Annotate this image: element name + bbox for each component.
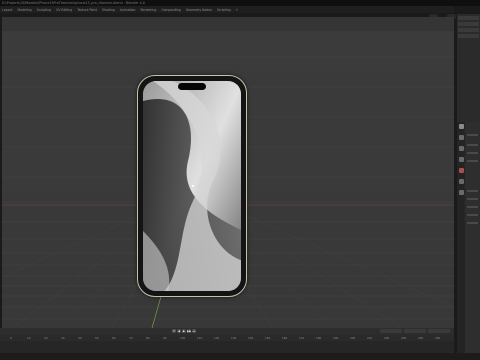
end-frame-field[interactable] [428,329,450,333]
tool-icon[interactable] [458,124,464,129]
frame-tick: 230 [401,336,407,340]
frame-tick: 130 [231,336,237,340]
step-forward-button[interactable]: ▶▶ [187,329,191,333]
frame-tick: 140 [248,336,254,340]
tab-scripting[interactable]: Scripting [217,8,231,12]
jump-end-button[interactable]: ⏭ [192,329,196,333]
output-icon[interactable] [458,146,464,151]
timeline-header: ⏮ ◀ ▶ ▶▶ ⏭ [0,328,454,335]
play-button[interactable]: ▶ [182,329,186,333]
frame-tick: 190 [333,336,339,340]
tab-layout[interactable]: Layout [2,8,13,12]
tab-shading[interactable]: Shading [102,8,115,12]
world-icon[interactable] [458,179,464,184]
property-row[interactable] [467,222,478,224]
scene-icon[interactable] [458,168,464,173]
property-row[interactable] [467,152,478,154]
frame-tick: 40 [78,336,82,340]
property-row[interactable] [467,134,478,136]
outliner-panel[interactable] [457,14,480,122]
frame-tick: 30 [61,336,65,340]
tab-texture-paint[interactable]: Texture Paint [77,8,97,12]
frame-tick: 220 [384,336,390,340]
frame-tick: 160 [282,336,288,340]
frame-tick: 60 [112,336,116,340]
property-row[interactable] [467,206,478,208]
frame-tick: 80 [146,336,150,340]
frame-tick: 250 [435,336,441,340]
tab-animation[interactable]: Animation [120,8,136,12]
properties-tabs [457,122,465,356]
outliner-row[interactable] [458,34,479,38]
frame-tick: 50 [95,336,99,340]
property-row[interactable] [467,198,478,200]
outliner-row[interactable] [458,28,479,32]
frame-tick: 170 [299,336,305,340]
frame-tick: 150 [265,336,271,340]
outliner-row[interactable] [458,16,479,20]
render-icon[interactable] [458,135,464,140]
frame-tick: 90 [163,336,167,340]
property-row[interactable] [467,160,478,162]
step-back-button[interactable]: ◀ [177,329,181,333]
property-row[interactable] [467,190,478,192]
tab-uv-editing[interactable]: UV Editing [56,8,72,12]
tab-compositing[interactable]: Compositing [161,8,180,12]
tab-sculpting[interactable]: Sculpting [37,8,51,12]
add-workspace-button[interactable]: + [236,8,239,12]
frame-tick: 180 [316,336,322,340]
tab-rendering[interactable]: Rendering [141,8,157,12]
frame-tick: 100 [180,336,186,340]
workspace-tabs: Layout Modeling Sculpting UV Editing Tex… [0,6,454,13]
current-frame-field[interactable] [380,329,402,333]
frame-tick: 240 [418,336,424,340]
playback-controls: ⏮ ◀ ▶ ▶▶ ⏭ [172,329,196,333]
tab-geometry-nodes[interactable]: Geometry Nodes [186,8,212,12]
frame-tick: 70 [129,336,133,340]
frame-tick: 210 [367,336,373,340]
view-layer-icon[interactable] [458,157,464,162]
frame-tick: 200 [350,336,356,340]
frame-tick: 0 [10,336,12,340]
frame-tick: 110 [197,336,203,340]
3d-viewport[interactable] [2,17,454,328]
jump-start-button[interactable]: ⏮ [172,329,176,333]
tab-modeling[interactable]: Modeling [18,8,32,12]
frame-tick: 120 [214,336,220,340]
object-icon[interactable] [458,190,464,195]
status-bar [0,353,480,360]
properties-panel[interactable] [457,122,480,356]
property-row[interactable] [467,214,478,216]
frame-tick: 20 [44,336,48,340]
outliner-row[interactable] [458,22,479,26]
property-row[interactable] [467,144,478,146]
frame-fields [380,329,450,333]
start-frame-field[interactable] [404,329,426,333]
dynamic-island [178,83,206,90]
3d-cursor-icon[interactable] [192,185,194,187]
frame-tick: 10 [27,336,31,340]
window-title: D:\Projects\3DModels\iPhone15ProTitanium… [2,1,145,5]
